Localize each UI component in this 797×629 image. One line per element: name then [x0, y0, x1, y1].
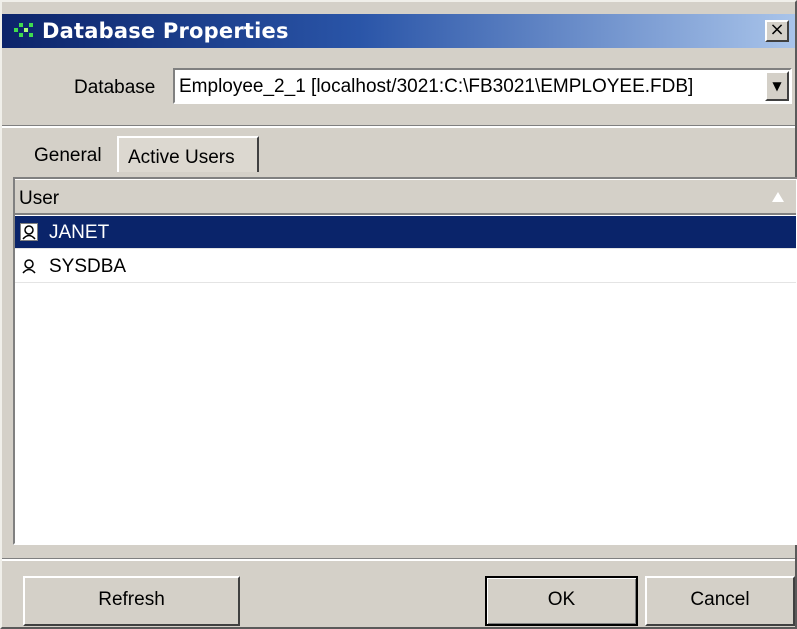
sort-ascending-icon [772, 192, 784, 202]
active-users-list[interactable]: User JANET SYSDBA [13, 177, 797, 545]
database-dropdown-button[interactable]: ▼ [765, 71, 789, 101]
database-select[interactable]: Employee_2_1 [localhost/3021:C:\FB3021\E… [173, 68, 792, 104]
list-item[interactable]: JANET [15, 216, 796, 249]
tab-active-users[interactable]: Active Users [117, 136, 259, 172]
user-column-label: User [19, 188, 60, 209]
database-properties-dialog: Database Properties × Database Employee_… [0, 0, 797, 629]
title-bar[interactable]: Database Properties × [2, 14, 795, 48]
user-name: JANET [49, 222, 110, 243]
divider [2, 125, 795, 128]
user-icon [22, 259, 36, 274]
close-icon: × [769, 19, 785, 40]
user-name: SYSDBA [49, 256, 127, 277]
divider [2, 558, 795, 561]
ok-button[interactable]: OK [485, 576, 638, 626]
tab-general-label: General [34, 145, 102, 166]
list-item[interactable]: SYSDBA [15, 250, 796, 283]
close-button[interactable]: × [765, 20, 789, 42]
chevron-down-icon: ▼ [772, 79, 782, 93]
database-icon [14, 23, 33, 37]
user-column-header[interactable]: User [15, 179, 796, 215]
tab-general[interactable]: General [22, 136, 116, 172]
database-label: Database [74, 77, 156, 98]
refresh-button[interactable]: Refresh [23, 576, 240, 626]
database-select-value: Employee_2_1 [localhost/3021:C:\FB3021\E… [179, 76, 694, 97]
window-title: Database Properties [42, 19, 289, 43]
user-icon [20, 223, 38, 241]
tab-active-users-label: Active Users [128, 147, 235, 168]
cancel-button[interactable]: Cancel [645, 576, 795, 626]
